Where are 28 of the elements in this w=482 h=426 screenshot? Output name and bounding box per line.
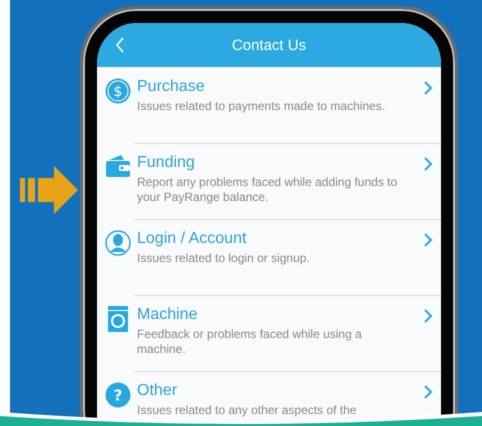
category-item[interactable]: Machine Feedback or problems faced while using a machine. [97, 295, 441, 371]
wallet-icon [105, 154, 131, 178]
category-title: Other [137, 381, 178, 401]
category-description: Issues related to payments made to machines. [137, 99, 386, 114]
back-icon[interactable] [115, 37, 125, 53]
category-item[interactable]: ? Other Issues related to any other aspects of the [97, 371, 441, 426]
user-icon [105, 230, 131, 256]
category-description: Report any problems faced while adding funds to your PayRange balance. [137, 175, 398, 205]
category-item[interactable]: Login / Account Issues related to login or signup. [97, 219, 441, 295]
chevron-right-icon [424, 309, 433, 323]
category-title: Purchase [137, 77, 205, 97]
category-item[interactable]: $ Purchase Issues related to payments made to machines. [97, 67, 441, 143]
chevron-right-icon [424, 385, 433, 399]
category-item[interactable]: Funding Report any problems faced while adding funds to your PayRange balance. [97, 143, 441, 219]
chevron-right-icon [424, 81, 433, 95]
help-icon: ? [105, 382, 131, 408]
category-description: Issues related to login or signup. [137, 251, 310, 266]
category-title: Funding [137, 153, 195, 173]
category-description: Feedback or problems faced while using a machine. [137, 327, 363, 357]
arrow-graphic [20, 166, 78, 214]
category-title: Login / Account [137, 229, 246, 249]
category-description: Issues related to any other aspects of the [137, 403, 356, 418]
chevron-right-icon [424, 233, 433, 247]
washing-machine-icon [108, 306, 128, 332]
dollar-coin-icon: $ [105, 78, 131, 104]
category-title: Machine [137, 305, 198, 325]
screen-title: Contact Us [232, 36, 306, 54]
chevron-right-icon [424, 157, 433, 171]
